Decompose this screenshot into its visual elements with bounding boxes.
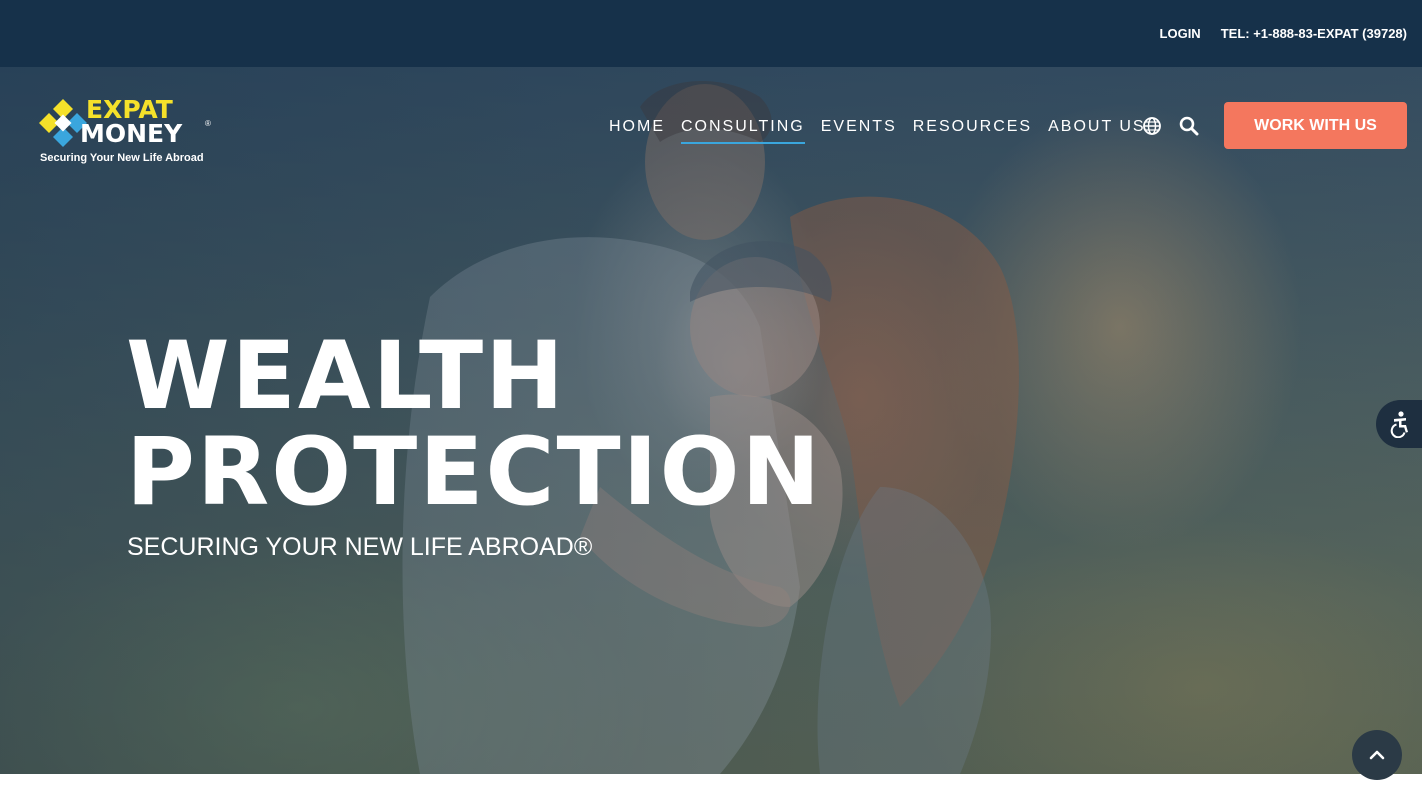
globe-icon[interactable] [1141, 115, 1163, 137]
logo-text-money: MONEY [80, 119, 183, 148]
nav-item-consulting[interactable]: CONSULTING [681, 118, 805, 144]
top-bar: LOGIN TEL: +1-888-83-EXPAT (39728) [0, 0, 1422, 67]
phone-link[interactable]: TEL: +1-888-83-EXPAT (39728) [1221, 26, 1407, 41]
hero-title-line1: WEALTH [126, 322, 566, 431]
accessibility-icon [1390, 411, 1408, 438]
logo-tagline: Securing Your New Life Abroad [40, 152, 204, 164]
search-icon[interactable] [1178, 115, 1200, 137]
login-link[interactable]: LOGIN [1160, 26, 1201, 41]
work-with-us-button[interactable]: WORK WITH US [1224, 102, 1407, 149]
chevron-up-icon [1369, 750, 1385, 760]
nav-item-home[interactable]: HOME [609, 118, 665, 139]
scroll-to-top-button[interactable] [1352, 730, 1402, 780]
accessibility-button[interactable] [1376, 400, 1422, 448]
hero-title-line2: PROTECTION [126, 418, 823, 527]
main-nav: HOME CONSULTING EVENTS RESOURCES ABOUT U… [601, 117, 1154, 144]
hero-subtitle: SECURING YOUR NEW LIFE ABROAD® [127, 533, 593, 561]
hero-title: WEALTH PROTECTION [126, 329, 822, 521]
expat-money-logo[interactable]: EXPAT MONEY ® Securing Your New Life Abr… [37, 95, 217, 167]
nav-item-about-us[interactable]: ABOUT US [1048, 118, 1146, 139]
nav-item-events[interactable]: EVENTS [821, 118, 897, 139]
nav-item-resources[interactable]: RESOURCES [913, 118, 1032, 139]
hero-section: EXPAT MONEY ® Securing Your New Life Abr… [0, 67, 1422, 774]
logo-registered-mark: ® [205, 119, 211, 128]
